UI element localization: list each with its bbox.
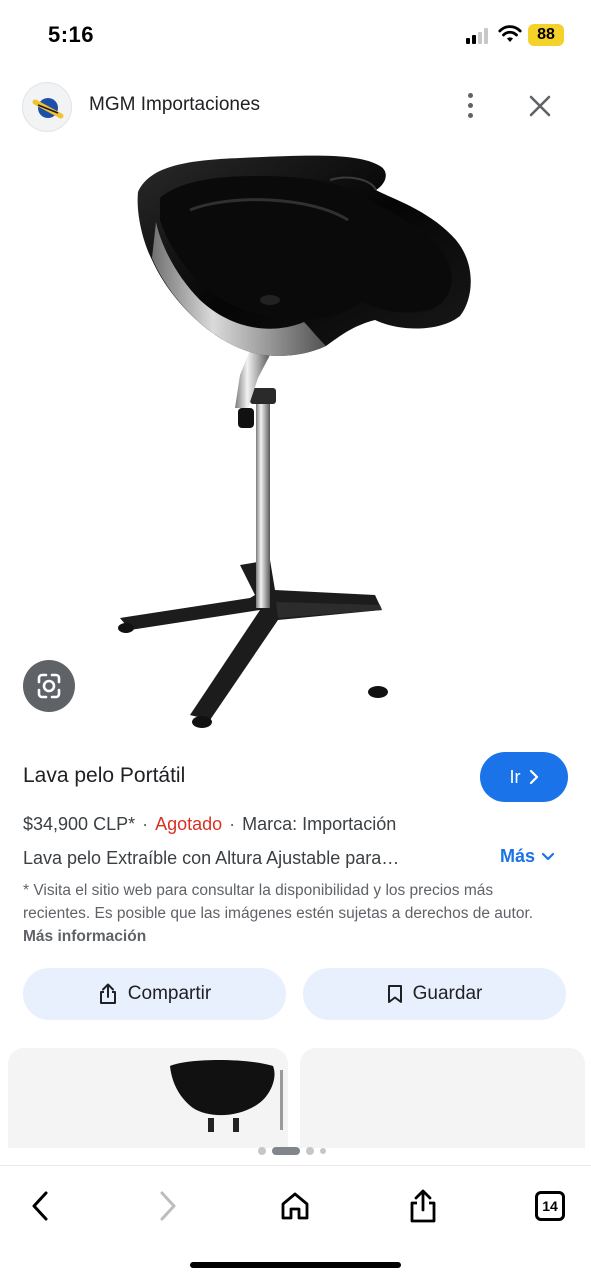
forward-icon xyxy=(160,1191,176,1221)
share-page-button[interactable] xyxy=(401,1184,445,1228)
site-logo-icon[interactable] xyxy=(22,82,72,132)
back-button[interactable] xyxy=(18,1184,62,1228)
google-lens-icon[interactable] xyxy=(23,660,75,712)
bookmark-icon xyxy=(387,985,402,1003)
more-button[interactable]: Más xyxy=(500,846,555,867)
more-vert-icon[interactable] xyxy=(458,90,484,122)
home-button[interactable] xyxy=(273,1184,317,1228)
tabs-icon: 14 xyxy=(535,1191,565,1221)
more-button-label: Más xyxy=(500,846,536,866)
share-icon xyxy=(99,983,116,1004)
home-icon xyxy=(281,1192,309,1220)
home-indicator xyxy=(190,1262,401,1268)
carousel-page-indicator xyxy=(258,1146,326,1156)
tabs-button[interactable]: 14 xyxy=(528,1184,572,1228)
status-bar: 5:16 88 xyxy=(0,0,591,70)
share-button-label: Compartir xyxy=(127,983,212,1004)
signal-icon xyxy=(466,28,492,44)
related-result-card[interactable] xyxy=(300,1048,585,1148)
disclaimer-text: * Visita el sitio web para consultar la … xyxy=(23,882,534,922)
product-image[interactable] xyxy=(90,140,500,740)
chevron-down-icon xyxy=(541,852,555,860)
save-button-label: Guardar xyxy=(412,983,483,1004)
more-info-link[interactable]: Más información xyxy=(23,928,146,945)
product-brand: Marca: Importación xyxy=(242,814,397,834)
save-button[interactable]: Guardar xyxy=(303,968,566,1020)
chevron-right-icon xyxy=(529,770,538,784)
close-icon[interactable] xyxy=(524,90,556,122)
product-title: Lava pelo Portátil xyxy=(23,764,186,787)
back-icon xyxy=(32,1191,48,1221)
forward-button[interactable] xyxy=(146,1184,190,1228)
wifi-icon xyxy=(498,25,522,42)
go-button-label: Ir xyxy=(509,766,521,787)
related-product-image xyxy=(8,1048,288,1148)
product-price: $34,900 CLP* xyxy=(23,814,136,834)
product-meta: $34,900 CLP* · Agotado · Marca: Importación xyxy=(23,814,397,834)
product-description: Lava pelo Extraíble con Altura Ajustable… xyxy=(23,848,400,868)
site-name[interactable]: MGM Importaciones xyxy=(89,94,260,116)
battery-indicator: 88 xyxy=(528,24,564,46)
availability-status: Agotado xyxy=(155,814,223,834)
go-button[interactable]: Ir xyxy=(480,752,568,802)
related-result-card[interactable] xyxy=(8,1048,288,1148)
browser-toolbar: 14 xyxy=(0,1165,591,1280)
result-header: MGM Importaciones xyxy=(0,78,591,134)
disclaimer: * Visita el sitio web para consultar la … xyxy=(23,879,563,948)
share-button[interactable]: Compartir xyxy=(23,968,286,1020)
share-icon xyxy=(410,1189,436,1223)
status-time: 5:16 xyxy=(48,22,95,47)
